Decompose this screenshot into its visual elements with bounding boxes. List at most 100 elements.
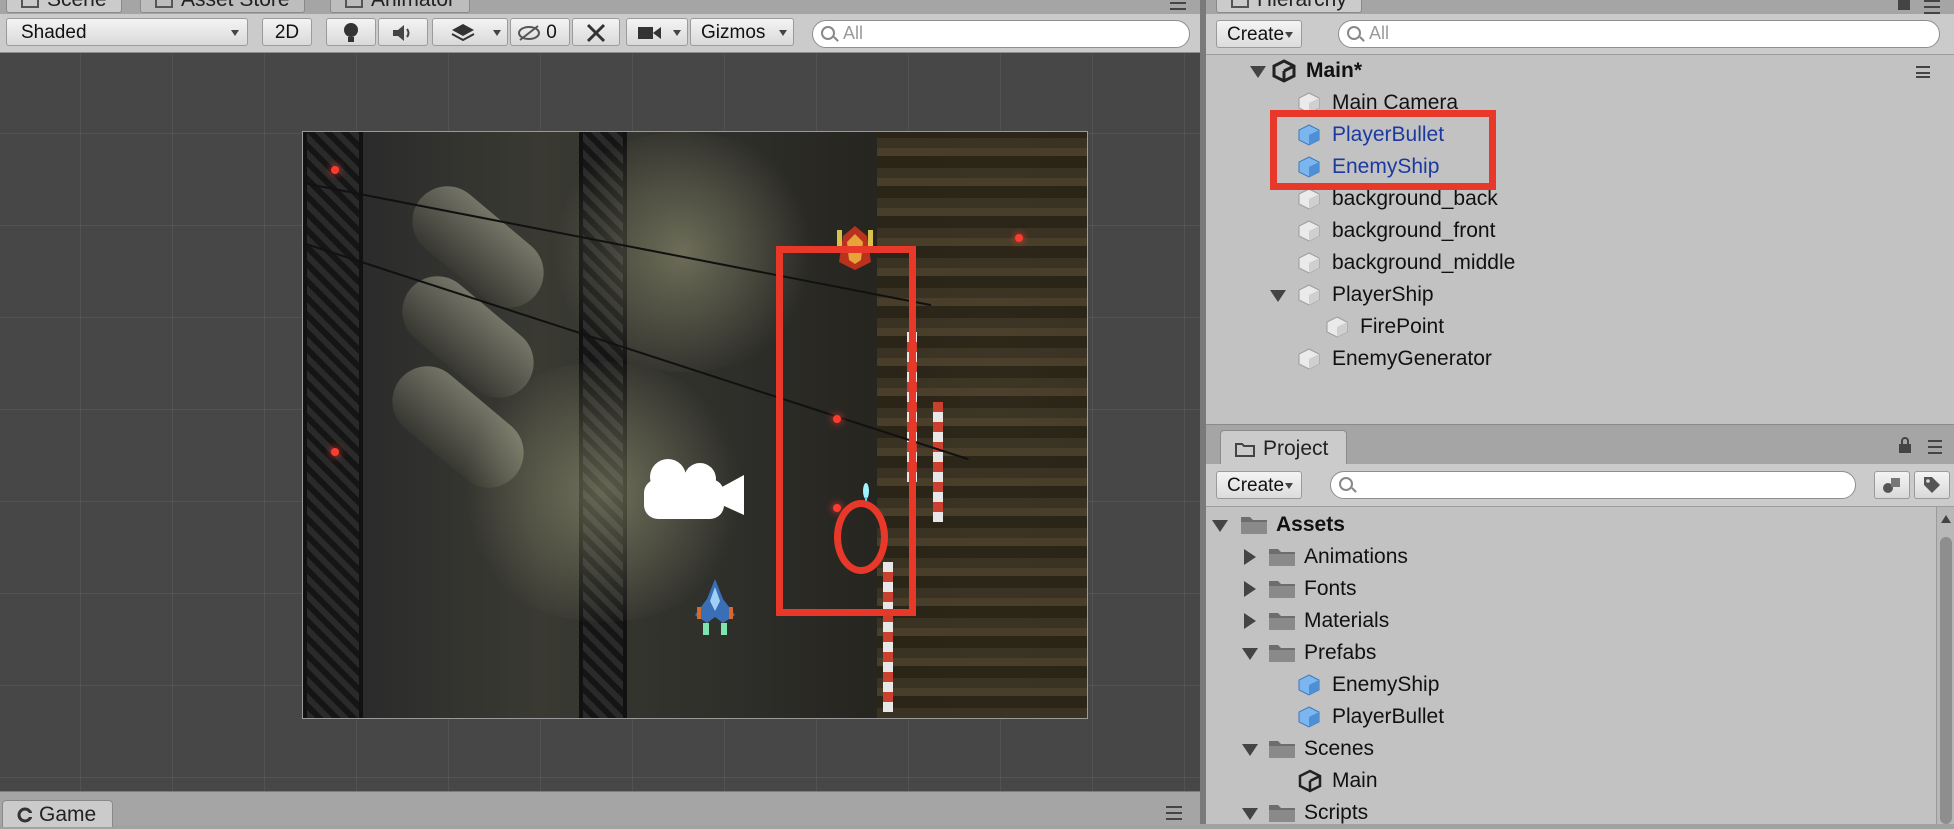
hierarchy-tab-bar: Hierarchy xyxy=(1206,0,1954,14)
tab-asset-store[interactable]: Asset Store xyxy=(140,0,305,13)
filter-by-label-button[interactable] xyxy=(1914,471,1950,499)
scene-options-icon[interactable] xyxy=(1916,66,1930,78)
search-icon xyxy=(1339,477,1353,491)
hazard-stripe xyxy=(933,402,943,522)
scaffold-left xyxy=(303,132,363,718)
gizmos-dropdown[interactable]: Gizmos xyxy=(690,18,794,46)
tag-icon xyxy=(1924,477,1940,493)
hierarchy-search-input[interactable]: All xyxy=(1338,20,1940,48)
tab-game[interactable]: Game xyxy=(2,800,114,827)
shading-mode-dropdown[interactable]: Shaded xyxy=(6,18,248,46)
camera-gizmo-icon[interactable] xyxy=(640,453,750,523)
effects-dropdown[interactable] xyxy=(432,18,508,46)
scene-viewport[interactable] xyxy=(0,53,1200,791)
hierarchy-create-label: Create xyxy=(1227,24,1285,45)
tab-animator[interactable]: Animator xyxy=(330,0,471,13)
expand-arrow-icon[interactable] xyxy=(1212,520,1228,532)
game-panel-menu-icon[interactable] xyxy=(1166,806,1182,820)
scene-search-input[interactable]: All xyxy=(812,20,1190,48)
project-create-button[interactable]: Create xyxy=(1216,471,1302,499)
project-item-label: Scripts xyxy=(1304,801,1369,824)
folder-icon xyxy=(1269,645,1295,662)
lock-icon[interactable] xyxy=(1898,436,1912,454)
tab-scene[interactable]: Scene xyxy=(6,0,122,13)
tab-project[interactable]: Project xyxy=(1220,430,1348,466)
project-scrollbar[interactable] xyxy=(1936,507,1954,824)
project-asset-row[interactable]: PlayerBullet xyxy=(1298,701,1444,733)
player-ship-sprite[interactable] xyxy=(693,577,737,641)
tools-icon xyxy=(586,23,606,43)
project-folder-row[interactable]: Scripts xyxy=(1242,797,1368,829)
expand-arrow-icon[interactable] xyxy=(1270,290,1286,302)
gameobject-cube-icon xyxy=(1298,220,1320,242)
project-folder-row[interactable]: Materials xyxy=(1242,605,1389,637)
project-search-input[interactable] xyxy=(1330,471,1856,499)
red-light xyxy=(331,448,339,456)
tab-scene-label: Scene xyxy=(47,0,107,11)
expand-arrow-icon[interactable] xyxy=(1242,744,1258,756)
hierarchy-item[interactable]: EnemyGenerator xyxy=(1298,343,1492,375)
scrollbar-thumb[interactable] xyxy=(1940,537,1952,824)
hierarchy-item[interactable]: FirePoint xyxy=(1326,311,1444,343)
hierarchy-item-label: EnemyGenerator xyxy=(1332,347,1492,370)
speaker-icon xyxy=(393,25,410,41)
lock-icon[interactable] xyxy=(1898,0,1910,10)
2d-toggle-button[interactable]: 2D xyxy=(262,18,312,46)
gizmos-label: Gizmos xyxy=(701,22,766,43)
project-root-row[interactable]: Assets xyxy=(1212,509,1345,541)
scene-search-placeholder: All xyxy=(843,23,864,43)
project-folder-row[interactable]: Animations xyxy=(1242,541,1408,573)
project-asset-row[interactable]: EnemyShip xyxy=(1298,669,1439,701)
grid-icon xyxy=(21,0,39,9)
project-folder-row[interactable]: Scenes xyxy=(1242,733,1374,765)
hierarchy-item[interactable]: background_front xyxy=(1298,215,1495,247)
scene-root-row[interactable]: Main* xyxy=(1242,55,1942,87)
chevron-down-icon xyxy=(493,30,501,36)
unity-scene-icon xyxy=(1272,59,1296,83)
bullet-highlight-circle xyxy=(834,500,888,574)
hidden-objects-toggle[interactable]: 0 xyxy=(510,18,570,46)
list-icon xyxy=(1231,0,1249,9)
hierarchy-item[interactable]: background_middle xyxy=(1298,247,1515,279)
project-folder-row[interactable]: Fonts xyxy=(1242,573,1357,605)
project-folder-row[interactable]: Prefabs xyxy=(1242,637,1376,669)
collapse-arrow-icon[interactable] xyxy=(1244,549,1256,565)
scroll-up-arrow-icon[interactable] xyxy=(1941,515,1951,523)
tab-animator-label: Animator xyxy=(371,0,455,11)
folder-icon xyxy=(1269,613,1295,630)
tab-hierarchy-label: Hierarchy xyxy=(1257,0,1347,11)
hierarchy-item-label: background_front xyxy=(1332,219,1496,242)
project-tab-bar: Project xyxy=(1206,424,1954,466)
gameobject-cube-icon xyxy=(1298,188,1320,210)
expand-arrow-icon[interactable] xyxy=(1250,66,1266,78)
prefab-highlight-box xyxy=(1270,110,1496,190)
project-asset-row[interactable]: Main xyxy=(1298,765,1378,797)
project-item-label: PlayerBullet xyxy=(1332,705,1445,728)
scene-toolbar: Shaded 2D 0 Gizmos All xyxy=(0,14,1200,53)
tab-asset-store-label: Asset Store xyxy=(181,0,290,11)
gameobject-cube-icon xyxy=(1326,316,1348,338)
hierarchy-item[interactable]: PlayerShip xyxy=(1270,279,1434,311)
project-menu-icon[interactable] xyxy=(1928,440,1942,454)
scene-panel-menu-icon[interactable] xyxy=(1170,2,1186,14)
tab-hierarchy[interactable]: Hierarchy xyxy=(1216,0,1362,13)
red-light xyxy=(331,166,339,174)
filter-by-type-button[interactable] xyxy=(1874,471,1910,499)
audio-toggle-button[interactable] xyxy=(378,18,428,46)
red-light xyxy=(1015,234,1023,242)
camera-settings-dropdown[interactable] xyxy=(626,18,688,46)
folder-icon xyxy=(1269,805,1295,822)
collapse-arrow-icon[interactable] xyxy=(1244,613,1256,629)
shapes-icon xyxy=(1883,478,1900,493)
chevron-down-icon xyxy=(231,30,239,36)
lighting-toggle-button[interactable] xyxy=(326,18,376,46)
expand-arrow-icon[interactable] xyxy=(1242,808,1258,820)
tools-toggle-button[interactable] xyxy=(572,18,620,46)
tab-game-label: Game xyxy=(39,803,97,826)
hierarchy-create-button[interactable]: Create xyxy=(1216,20,1302,48)
tab-project-label: Project xyxy=(1263,437,1329,460)
collapse-arrow-icon[interactable] xyxy=(1244,581,1256,597)
project-item-label: Fonts xyxy=(1304,577,1357,600)
hierarchy-menu-icon[interactable] xyxy=(1924,0,1940,14)
expand-arrow-icon[interactable] xyxy=(1242,648,1258,660)
